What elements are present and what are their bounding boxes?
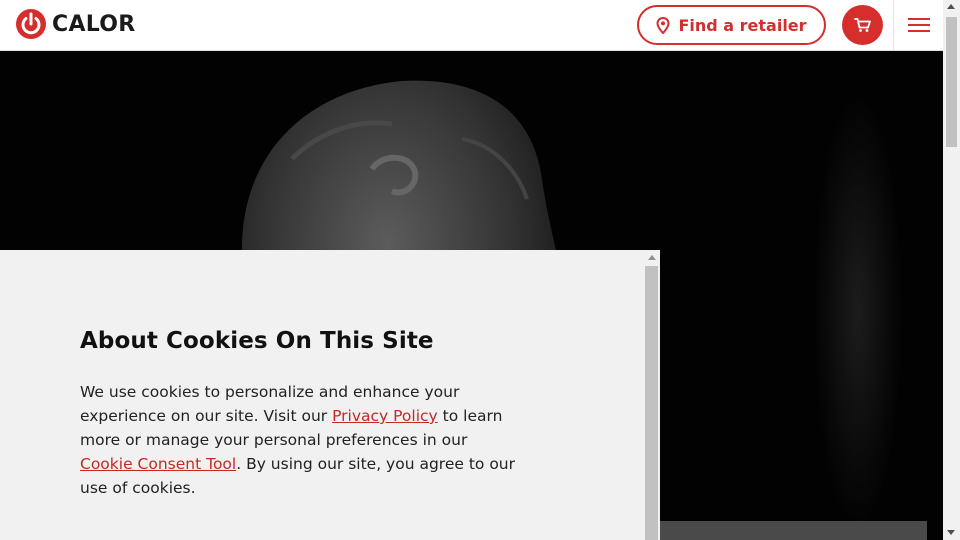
privacy-policy-link[interactable]: Privacy Policy <box>332 407 438 425</box>
page-scrollbar[interactable] <box>943 0 960 540</box>
cookie-scrollbar-thumb[interactable] <box>645 266 658 540</box>
cart-button[interactable] <box>842 5 883 45</box>
menu-button[interactable] <box>893 0 943 50</box>
power-logo-icon <box>16 9 46 39</box>
hero-background-light <box>813 91 903 531</box>
scroll-down-arrow-icon[interactable] <box>947 530 955 535</box>
find-retailer-label: Find a retailer <box>678 15 807 35</box>
cookie-scroll-up-arrow-icon[interactable] <box>648 255 656 260</box>
location-pin-icon <box>656 16 670 34</box>
page-scrollbar-thumb[interactable] <box>946 17 957 147</box>
scroll-up-arrow-icon[interactable] <box>947 4 955 9</box>
cookie-banner-scrollbar[interactable] <box>645 250 660 540</box>
logo-text: CALOR <box>52 11 136 37</box>
hamburger-menu-icon <box>907 18 930 32</box>
site-header: CALOR Find a retailer <box>0 0 943 51</box>
bottom-bar <box>660 521 927 540</box>
cookie-banner-title: About Cookies On This Site <box>80 328 434 354</box>
find-retailer-button[interactable]: Find a retailer <box>637 5 826 45</box>
cookie-consent-tool-link[interactable]: Cookie Consent Tool <box>80 455 236 473</box>
calor-logo[interactable]: CALOR <box>16 9 136 39</box>
cookie-consent-banner: About Cookies On This Site We use cookie… <box>0 250 660 540</box>
cart-icon <box>853 18 871 32</box>
cookie-banner-text: We use cookies to personalize and enhanc… <box>80 380 520 500</box>
